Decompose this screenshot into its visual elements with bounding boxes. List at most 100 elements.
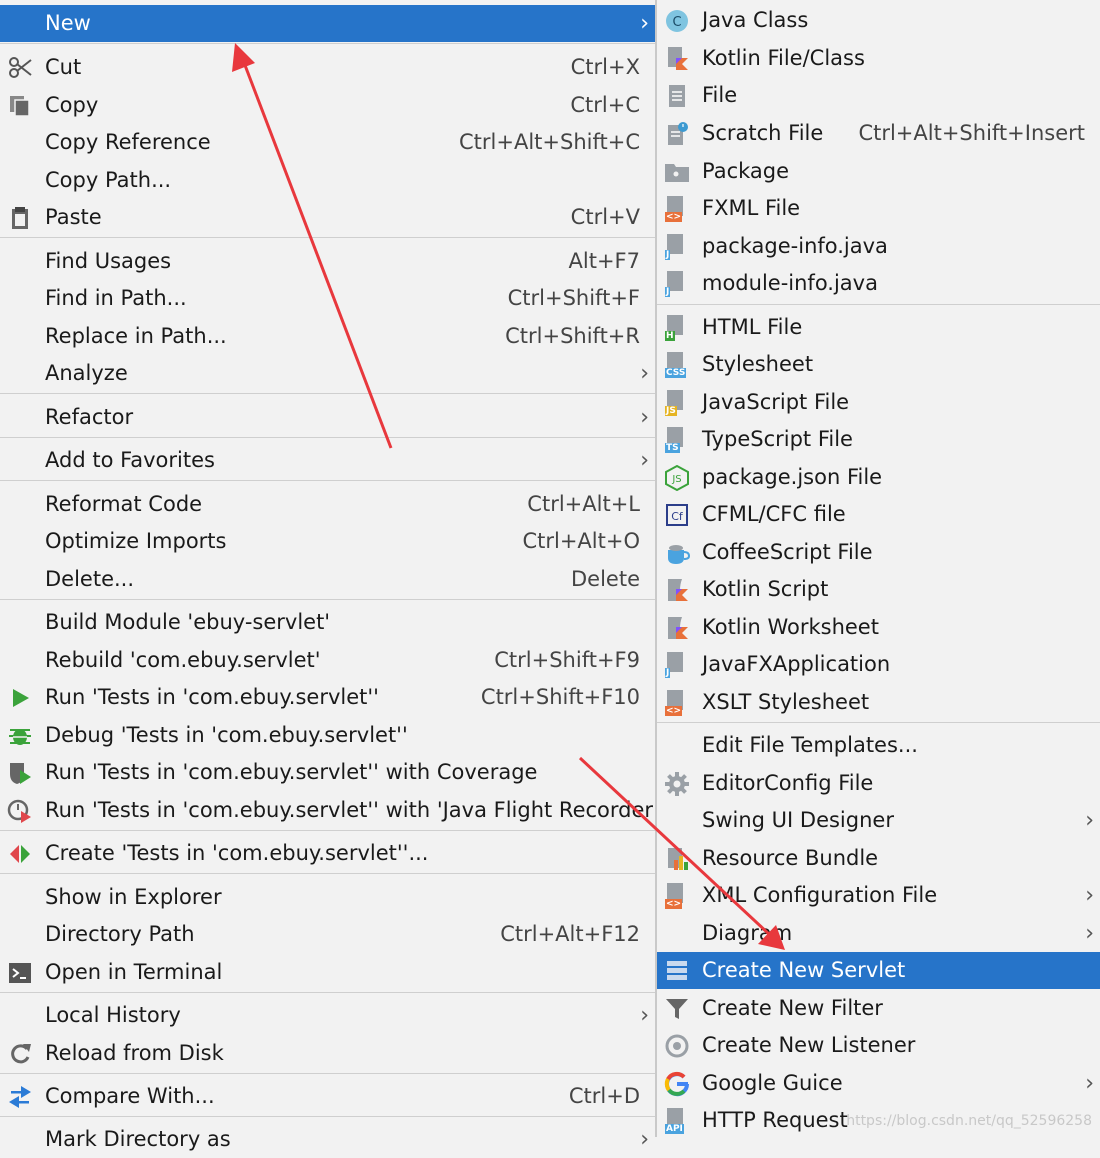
submenu-item-create-new-servlet[interactable]: Create New Servlet [657, 952, 1100, 989]
menu-item-find-in-path[interactable]: Find in Path... Ctrl+Shift+F [0, 280, 655, 317]
menu-label: package.json File [702, 465, 883, 489]
menu-label: package-info.java [702, 234, 888, 258]
menu-item-delete[interactable]: Delete... Delete [0, 561, 655, 598]
menu-item-build-module[interactable]: Build Module 'ebuy-servlet' [0, 604, 655, 641]
menu-label: HTTP Request [702, 1108, 848, 1132]
shortcut: Ctrl+Alt+F12 [500, 922, 640, 946]
submenu-item-file[interactable]: File [657, 77, 1100, 114]
menu-item-run-with-coverage[interactable]: Run 'Tests in 'com.ebuy.servlet'' with C… [0, 754, 655, 791]
menu-label: Copy Reference [45, 130, 211, 154]
clipboard-icon [12, 207, 28, 229]
menu-label: EditorConfig File [702, 771, 874, 795]
menu-item-show-in-explorer[interactable]: Show in Explorer [0, 879, 655, 916]
separator [0, 237, 655, 238]
separator [0, 1116, 655, 1117]
menu-label: Show in Explorer [45, 885, 222, 909]
chevron-right-icon: › [640, 405, 649, 430]
menu-label: JavaFXApplication [702, 652, 891, 676]
submenu-item-kotlin-file[interactable]: Kotlin File/Class [657, 40, 1100, 77]
submenu-item-javafx-application[interactable]: J JavaFXApplication [657, 646, 1100, 683]
submenu-item-package-json[interactable]: JS package.json File [657, 459, 1100, 496]
submenu-item-resource-bundle[interactable]: Resource Bundle [657, 840, 1100, 877]
menu-item-run-tests[interactable]: Run 'Tests in 'com.ebuy.servlet'' Ctrl+S… [0, 679, 655, 716]
menu-item-reformat-code[interactable]: Reformat Code Ctrl+Alt+L [0, 486, 655, 523]
menu-item-replace-in-path[interactable]: Replace in Path... Ctrl+Shift+R [0, 318, 655, 355]
submenu-item-typescript-file[interactable]: TS TypeScript File [657, 421, 1100, 458]
menu-label: Run 'Tests in 'com.ebuy.servlet'' [45, 685, 379, 709]
submenu-item-create-new-filter[interactable]: Create New Filter [657, 990, 1100, 1027]
xml-badge: <> [665, 706, 683, 716]
menu-item-new[interactable]: New › [0, 5, 655, 42]
menu-label: Replace in Path... [45, 324, 227, 348]
submenu-item-package-info[interactable]: J package-info.java [657, 228, 1100, 265]
shortcut: Ctrl+Alt+O [522, 529, 640, 553]
menu-item-add-to-favorites[interactable]: Add to Favorites › [0, 442, 655, 479]
chevron-right-icon: › [1085, 883, 1094, 908]
menu-item-run-with-jfr[interactable]: Run 'Tests in 'com.ebuy.servlet'' with '… [0, 792, 659, 829]
submenu-item-editorconfig[interactable]: EditorConfig File [657, 765, 1100, 802]
menu-item-analyze[interactable]: Analyze › [0, 355, 655, 392]
typescript-file-icon: TS [664, 427, 690, 453]
menu-item-copy[interactable]: Copy Ctrl+C [0, 87, 655, 124]
menu-item-mark-directory[interactable]: Mark Directory as › [0, 1121, 655, 1158]
menu-item-reload-from-disk[interactable]: Reload from Disk [0, 1035, 655, 1072]
menu-item-local-history[interactable]: Local History › [0, 997, 655, 1034]
submenu-item-fxml-file[interactable]: <> FXML File [657, 190, 1100, 227]
submenu-item-xml-configuration[interactable]: <> XML Configuration File › [657, 877, 1100, 914]
submenu-item-coffeescript-file[interactable]: CoffeeScript File [657, 534, 1100, 571]
kotlin-script-icon [668, 579, 688, 601]
java-file-icon: J [664, 652, 690, 678]
menu-item-rebuild[interactable]: Rebuild 'com.ebuy.servlet' Ctrl+Shift+F9 [0, 642, 655, 679]
submenu-item-module-info[interactable]: J module-info.java [657, 265, 1100, 302]
menu-item-copy-path[interactable]: Copy Path... [0, 162, 655, 199]
submenu-item-java-class[interactable]: C Java Class [657, 2, 1100, 39]
menu-label: Create New Servlet [702, 958, 906, 982]
menu-label: HTML File [702, 315, 803, 339]
menu-item-find-usages[interactable]: Find Usages Alt+F7 [0, 243, 655, 280]
menu-item-refactor[interactable]: Refactor › [0, 399, 655, 436]
submenu-item-html-file[interactable]: H HTML File [657, 309, 1100, 346]
shortcut: Delete [571, 567, 640, 591]
submenu-item-kotlin-worksheet[interactable]: Kotlin Worksheet [657, 609, 1100, 646]
separator [0, 830, 655, 831]
submenu-item-create-new-listener[interactable]: Create New Listener [657, 1027, 1100, 1064]
submenu-item-swing-ui-designer[interactable]: Swing UI Designer › [657, 802, 1100, 839]
menu-label: XSLT Stylesheet [702, 690, 870, 714]
submenu-item-cfml-file[interactable]: Cf CFML/CFC file [657, 496, 1100, 533]
submenu-item-package[interactable]: Package [657, 153, 1100, 190]
menu-label: Reformat Code [45, 492, 203, 516]
menu-item-create-tests[interactable]: Create 'Tests in 'com.ebuy.servlet''... [0, 835, 655, 872]
submenu-item-kotlin-script[interactable]: Kotlin Script [657, 571, 1100, 608]
nodejs-icon: JS [665, 465, 689, 491]
shortcut: Ctrl+X [570, 55, 640, 79]
watermark: https://blog.csdn.net/qq_52596258 [846, 1113, 1092, 1129]
submenu-item-javascript-file[interactable]: JS JavaScript File [657, 384, 1100, 421]
menu-item-paste[interactable]: Paste Ctrl+V [0, 199, 655, 236]
menu-label: Kotlin File/Class [702, 46, 865, 70]
submenu-item-google-guice[interactable]: Google Guice › [657, 1065, 1100, 1102]
package-folder-icon [665, 164, 689, 182]
ts-badge: TS [665, 443, 680, 453]
menu-label: XML Configuration File [702, 883, 938, 907]
submenu-item-diagram[interactable]: Diagram › [657, 915, 1100, 952]
menu-label: Delete... [45, 567, 135, 591]
menu-item-copy-reference[interactable]: Copy Reference Ctrl+Alt+Shift+C [0, 124, 655, 161]
menu-item-cut[interactable]: Cut Ctrl+X [0, 49, 655, 86]
menu-item-debug-tests[interactable]: Debug 'Tests in 'com.ebuy.servlet'' [0, 717, 655, 754]
shortcut: Ctrl+V [570, 205, 640, 229]
submenu-item-edit-file-templates[interactable]: Edit File Templates... [657, 727, 1100, 764]
menu-item-optimize-imports[interactable]: Optimize Imports Ctrl+Alt+O [0, 523, 655, 560]
menu-item-compare-with[interactable]: Compare With... Ctrl+D [0, 1078, 655, 1115]
menu-label: Refactor [45, 405, 134, 429]
chevron-right-icon: › [1085, 1071, 1094, 1096]
menu-label: Build Module 'ebuy-servlet' [45, 610, 331, 634]
submenu-item-scratch-file[interactable]: Scratch File Ctrl+Alt+Shift+Insert [657, 115, 1100, 152]
menu-item-open-in-terminal[interactable]: Open in Terminal [0, 954, 655, 991]
menu-label: Directory Path [45, 922, 195, 946]
menu-item-directory-path[interactable]: Directory Path Ctrl+Alt+F12 [0, 916, 655, 953]
menu-label: Open in Terminal [45, 960, 223, 984]
submenu-item-stylesheet[interactable]: CSS Stylesheet [657, 346, 1100, 383]
submenu-item-xslt-stylesheet[interactable]: <> XSLT Stylesheet [657, 684, 1100, 721]
menu-label: Scratch File [702, 121, 824, 145]
separator [0, 437, 655, 438]
